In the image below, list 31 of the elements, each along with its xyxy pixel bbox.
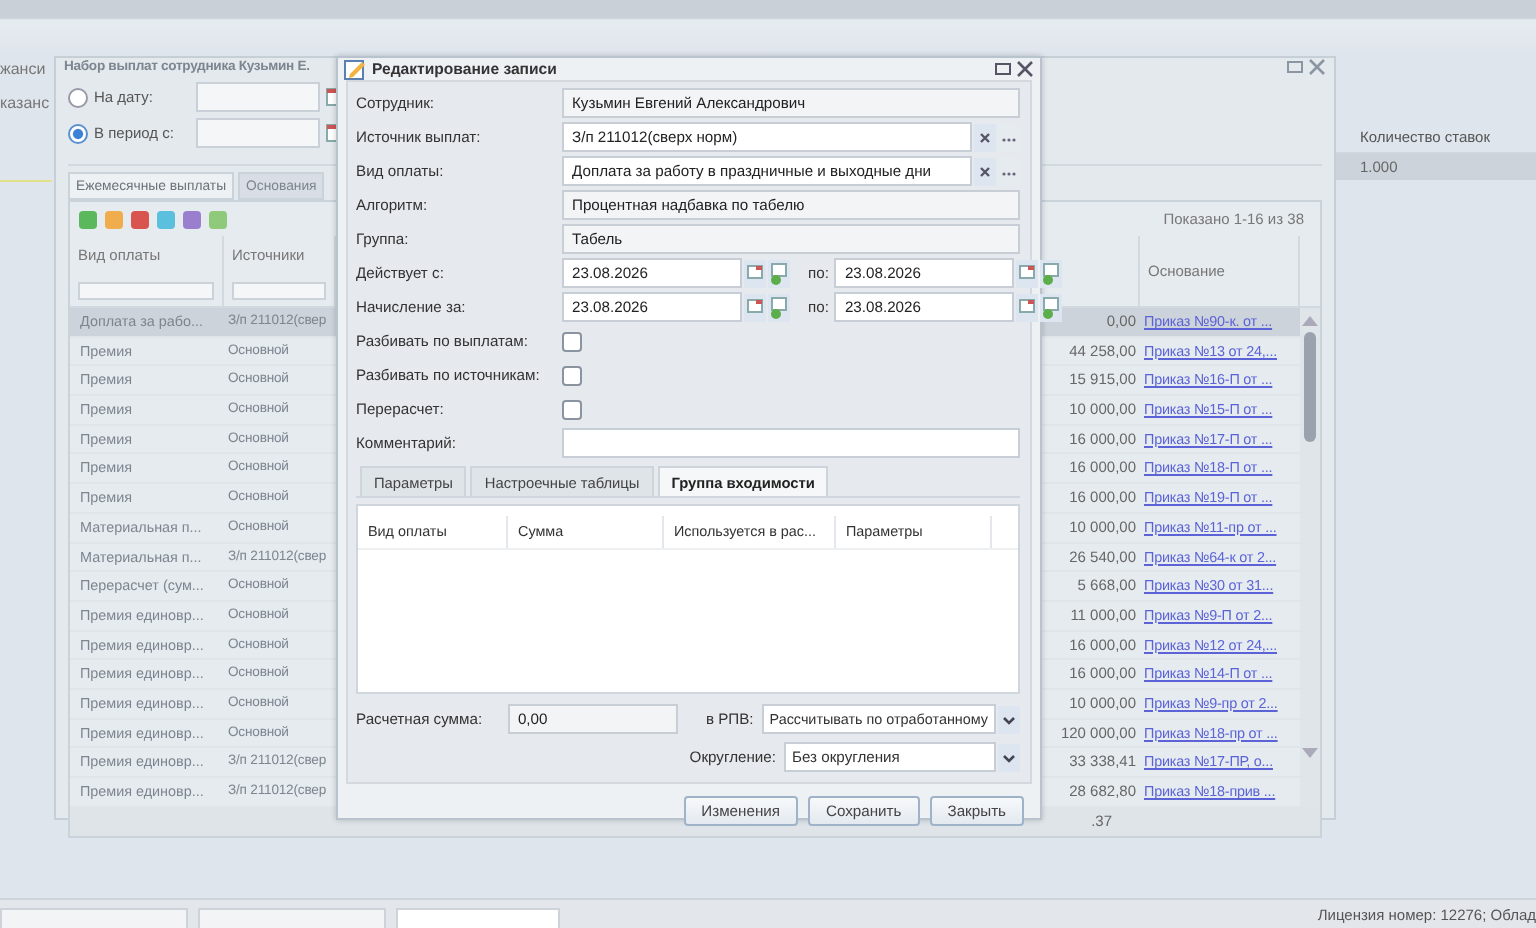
date-field[interactable] [196, 82, 320, 112]
checkbox[interactable] [562, 399, 582, 419]
calendar-icon[interactable] [1016, 259, 1039, 287]
date-field[interactable] [196, 118, 320, 148]
filter-field[interactable] [232, 282, 326, 300]
maximize-icon[interactable] [994, 60, 1012, 78]
radio-button[interactable] [68, 87, 88, 107]
checkbox[interactable] [562, 365, 582, 385]
comment-field[interactable] [562, 428, 1020, 458]
panel-label: казанс [0, 94, 52, 112]
scroll-down-icon[interactable] [1302, 748, 1318, 758]
chevron-down-icon[interactable] [998, 705, 1020, 733]
calendar-icon[interactable] [744, 259, 766, 287]
checkbox[interactable] [562, 331, 582, 351]
taskbar-button[interactable] [396, 908, 560, 928]
clear-icon[interactable] [974, 123, 996, 151]
radio-button[interactable] [68, 123, 88, 143]
calendar-icon[interactable] [1016, 293, 1039, 321]
panel-label: жанси [0, 60, 48, 78]
calendar-icon[interactable] [744, 293, 766, 321]
scroll-up-icon[interactable] [1302, 316, 1318, 326]
calendar-add-icon[interactable] [1040, 259, 1063, 287]
close-icon[interactable] [1016, 60, 1034, 78]
calendar-add-icon[interactable] [768, 293, 790, 321]
clear-icon[interactable] [974, 157, 996, 185]
scroll-thumb[interactable] [1304, 332, 1316, 442]
calendar-add-icon[interactable] [768, 259, 790, 287]
chevron-down-icon[interactable] [998, 743, 1020, 771]
filter-field[interactable] [78, 282, 214, 300]
calendar-add-icon[interactable] [1040, 293, 1063, 321]
edit-icon [344, 58, 366, 80]
